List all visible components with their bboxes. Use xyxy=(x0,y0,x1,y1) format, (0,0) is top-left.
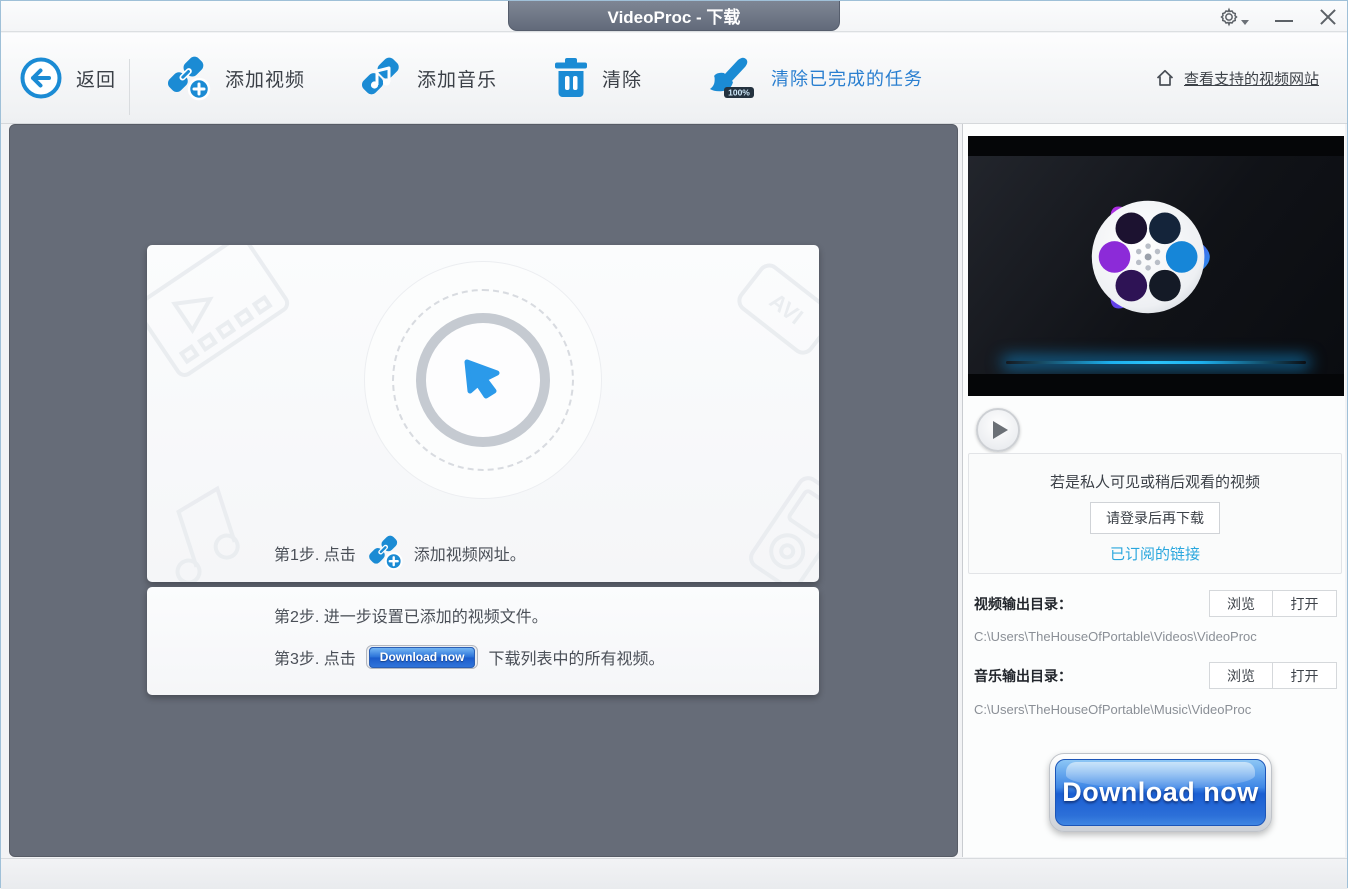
music-note-icon xyxy=(175,485,240,582)
media-player-icon xyxy=(749,476,819,582)
empty-state-card: AVI 第1步. 点击 添加视频网址。 xyxy=(147,245,819,582)
supported-sites-link[interactable]: 查看支持的视频网站 xyxy=(1155,33,1319,123)
step1-suffix: 添加视频网址。 xyxy=(413,546,526,564)
step1-row: 第1步. 点击 添加视频网址。 xyxy=(274,534,526,571)
music-output-path: C:\Users\TheHouseOfPortable\Music\VideoP… xyxy=(974,702,1252,717)
private-video-notice: 若是私人可见或稍后观看的视频 xyxy=(1049,474,1260,491)
videoproc-logo xyxy=(1077,178,1235,341)
cursor-icon xyxy=(464,359,500,399)
gear-icon xyxy=(1220,7,1238,26)
download-list-area: AVI 第1步. 点击 添加视频网址。 第2步. 进一步设置已添加的视频文件。 … xyxy=(9,124,958,857)
music-open-button[interactable]: 打开 xyxy=(1273,662,1337,689)
download-now-button[interactable]: Download now xyxy=(1049,753,1272,832)
trash-icon xyxy=(555,58,587,97)
video-preview[interactable] xyxy=(968,136,1344,396)
supported-sites-label: 查看支持的视频网站 xyxy=(1183,70,1319,88)
add-url-target[interactable] xyxy=(416,313,550,447)
svg-text:AVI: AVI xyxy=(765,288,808,329)
add-music-icon xyxy=(361,57,399,95)
music-browse-button[interactable]: 浏览 xyxy=(1209,662,1273,689)
toolbar-divider xyxy=(129,59,130,115)
login-notice-box: 若是私人可见或稍后观看的视频 请登录后再下载 已订阅的链接 xyxy=(968,453,1342,574)
window-title: VideoProc - 下载 xyxy=(508,1,840,31)
titlebar: VideoProc - 下载 xyxy=(1,1,1347,32)
add-music-button[interactable]: 添加音乐 xyxy=(358,33,497,123)
step3-row: 第3步. 点击 Download now 下载列表中的所有视频。 xyxy=(274,645,664,669)
clear-finished-button[interactable]: 100% 清除已完成的任务 xyxy=(704,33,923,123)
video-output-row: 视频输出目录： 浏览 打开 xyxy=(974,590,1337,617)
video-output-label: 视频输出目录： xyxy=(974,595,1072,612)
video-browse-button[interactable]: 浏览 xyxy=(1209,590,1273,617)
download-now-inner: Download now xyxy=(1055,759,1266,826)
download-now-mini-button[interactable]: Download now xyxy=(365,645,479,669)
steps-card: 第2步. 进一步设置已添加的视频文件。 第3步. 点击 Download now… xyxy=(147,587,819,695)
step3-suffix: 下载列表中的所有视频。 xyxy=(488,651,665,668)
settings-button[interactable] xyxy=(1219,7,1249,27)
brush-icon: 100% xyxy=(710,57,754,98)
svg-text:100%: 100% xyxy=(728,88,750,98)
step1-prefix: 第1步. 点击 xyxy=(274,546,356,564)
music-output-label: 音乐输出目录： xyxy=(974,667,1072,684)
subscribed-links[interactable]: 已订阅的链接 xyxy=(969,543,1341,564)
step2-row: 第2步. 进一步设置已添加的视频文件。 xyxy=(274,603,548,627)
step3-prefix: 第3步. 点击 xyxy=(274,651,356,668)
minimize-button[interactable] xyxy=(1275,19,1293,22)
clear-button[interactable]: 清除 xyxy=(553,33,642,123)
play-icon xyxy=(993,421,1008,439)
home-icon xyxy=(1156,69,1174,86)
video-output-path: C:\Users\TheHouseOfPortable\Videos\Video… xyxy=(974,629,1257,644)
toolbar: 返回 添加视频 添加音乐 清除 100% 清除已完成的任务 查看支持的视频网站 xyxy=(1,33,1347,124)
chevron-down-icon xyxy=(1241,19,1249,25)
glow-line xyxy=(1005,361,1307,364)
close-button[interactable] xyxy=(1319,8,1337,26)
status-bar xyxy=(1,858,1347,889)
login-button[interactable]: 请登录后再下载 xyxy=(1090,502,1220,534)
film-clip-icon xyxy=(147,245,290,377)
add-video-icon xyxy=(368,535,403,571)
right-panel: 若是私人可见或稍后观看的视频 请登录后再下载 已订阅的链接 视频输出目录： 浏览… xyxy=(962,124,1345,857)
music-output-row: 音乐输出目录： 浏览 打开 xyxy=(974,662,1337,689)
avi-file-icon: AVI xyxy=(737,263,819,355)
play-button[interactable] xyxy=(976,408,1020,452)
add-video-icon xyxy=(167,56,211,101)
video-open-button[interactable]: 打开 xyxy=(1273,590,1337,617)
back-icon xyxy=(20,57,62,99)
step2-text: 第2步. 进一步设置已添加的视频文件。 xyxy=(274,609,548,626)
back-button[interactable]: 返回 xyxy=(19,33,116,123)
add-video-button[interactable]: 添加视频 xyxy=(164,33,305,123)
window-controls xyxy=(1219,1,1337,32)
